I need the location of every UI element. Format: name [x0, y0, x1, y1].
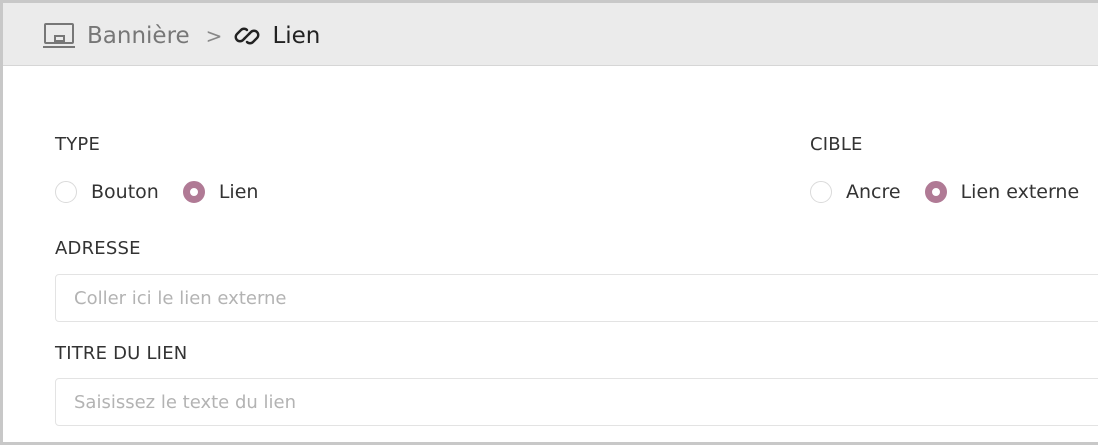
radio-cible-lien-externe[interactable]: Lien externe — [924, 181, 1080, 203]
radio-circle-lien-externe[interactable] — [924, 181, 947, 203]
cible-radio-group: Ancre Lien externe — [810, 181, 1098, 203]
radio-circle-lien[interactable] — [182, 181, 205, 203]
adresse-label: ADRESSE — [55, 238, 141, 259]
radio-label-ancre: Ancre — [846, 181, 901, 203]
cible-label: CIBLE — [810, 134, 863, 155]
breadcrumb: Bannière > Lien — [43, 20, 320, 52]
titre-input[interactable] — [55, 378, 1098, 426]
radio-cible-ancre[interactable]: Ancre — [810, 181, 901, 203]
radio-circle-bouton[interactable] — [55, 181, 77, 203]
radio-type-bouton[interactable]: Bouton — [55, 181, 159, 203]
window-frame: Bannière > Lien TYPE Bouton Lien CIBLE A… — [0, 0, 1098, 445]
adresse-input[interactable] — [55, 274, 1098, 322]
radio-circle-ancre[interactable] — [810, 181, 832, 203]
radio-type-lien[interactable]: Lien — [182, 181, 259, 203]
radio-label-lien: Lien — [218, 181, 259, 203]
header-bar: Bannière > Lien — [3, 3, 1098, 66]
titre-label: TITRE DU LIEN — [55, 343, 188, 364]
type-radio-group: Bouton Lien — [55, 181, 282, 203]
link-icon — [234, 23, 260, 49]
breadcrumb-separator: > — [205, 24, 223, 48]
type-label: TYPE — [55, 134, 101, 155]
radio-label-lien-externe: Lien externe — [960, 181, 1080, 203]
breadcrumb-parent-link[interactable]: Bannière — [87, 23, 190, 49]
breadcrumb-current: Lien — [272, 23, 321, 49]
radio-label-bouton: Bouton — [91, 181, 159, 203]
monitor-icon — [43, 22, 75, 50]
